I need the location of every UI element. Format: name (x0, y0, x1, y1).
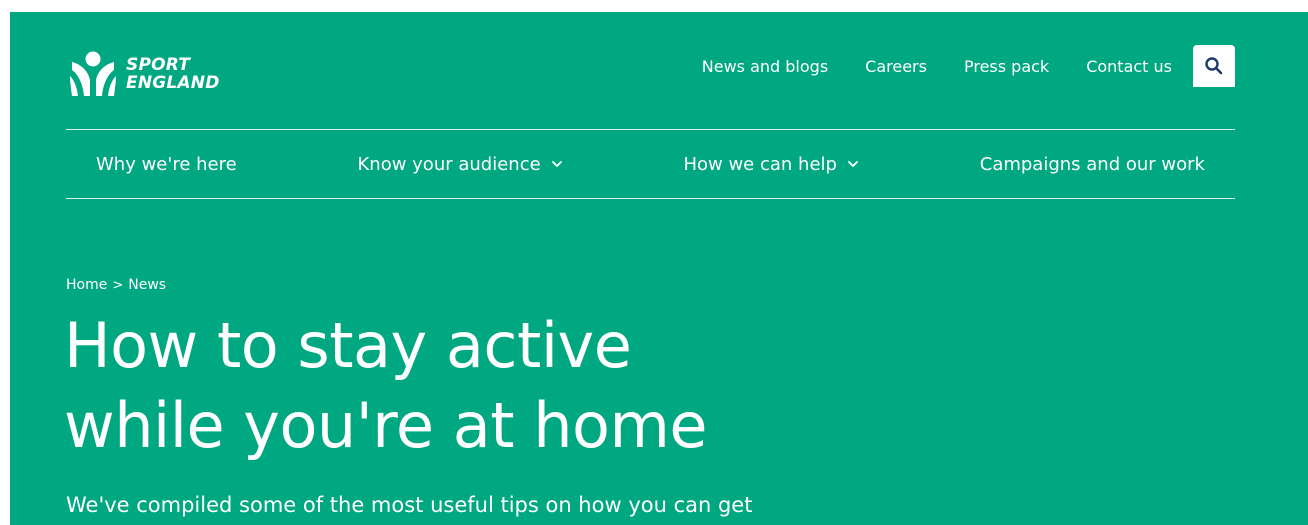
top-nav-news-and-blogs[interactable]: News and blogs (702, 57, 828, 76)
top-nav-contact-us[interactable]: Contact us (1086, 57, 1172, 76)
chevron-down-icon (848, 161, 858, 167)
main-nav-campaigns-and-our-work[interactable]: Campaigns and our work (980, 154, 1205, 175)
chevron-down-icon (551, 161, 562, 167)
logo-wordmark: SPORT ENGLAND (126, 56, 220, 92)
top-nav-press-pack[interactable]: Press pack (964, 57, 1049, 76)
page: SPORT ENGLAND News and blogs Careers Pre… (10, 12, 1308, 525)
main-nav-label: How we can help (683, 153, 837, 175)
search-button[interactable] (1193, 45, 1235, 87)
page-title-line-2: while you're at home (64, 389, 708, 462)
page-title-line-1: How to stay active (64, 309, 632, 382)
main-nav-label: Campaigns and our work (979, 153, 1205, 175)
main-nav-why-were-here[interactable]: Why we're here (96, 154, 237, 175)
breadcrumb-separator: > (112, 277, 124, 293)
main-nav: Why we're here Know your audience How we… (66, 130, 1235, 198)
breadcrumb-news[interactable]: News (128, 277, 166, 293)
nav-divider-bottom (66, 198, 1235, 199)
sport-england-logo[interactable]: SPORT ENGLAND (68, 50, 220, 98)
page-title: How to stay active while you're at home (64, 306, 964, 466)
main-nav-know-your-audience[interactable]: Know your audience (357, 154, 562, 175)
logo-line-2: ENGLAND (126, 73, 220, 93)
sport-england-logo-icon (70, 51, 116, 96)
main-nav-label: Know your audience (357, 153, 541, 175)
search-icon (1205, 57, 1223, 75)
intro-text: We've compiled some of the most useful t… (66, 493, 753, 517)
main-nav-how-we-can-help[interactable]: How we can help (683, 154, 858, 175)
main-nav-label: Why we're here (96, 153, 237, 175)
logo-line-1: SPORT (126, 55, 191, 75)
breadcrumb-home[interactable]: Home (66, 277, 107, 293)
top-nav: News and blogs Careers Press pack Contac… (702, 45, 1235, 87)
top-nav-careers[interactable]: Careers (865, 57, 927, 76)
breadcrumb: Home > News (66, 277, 166, 293)
